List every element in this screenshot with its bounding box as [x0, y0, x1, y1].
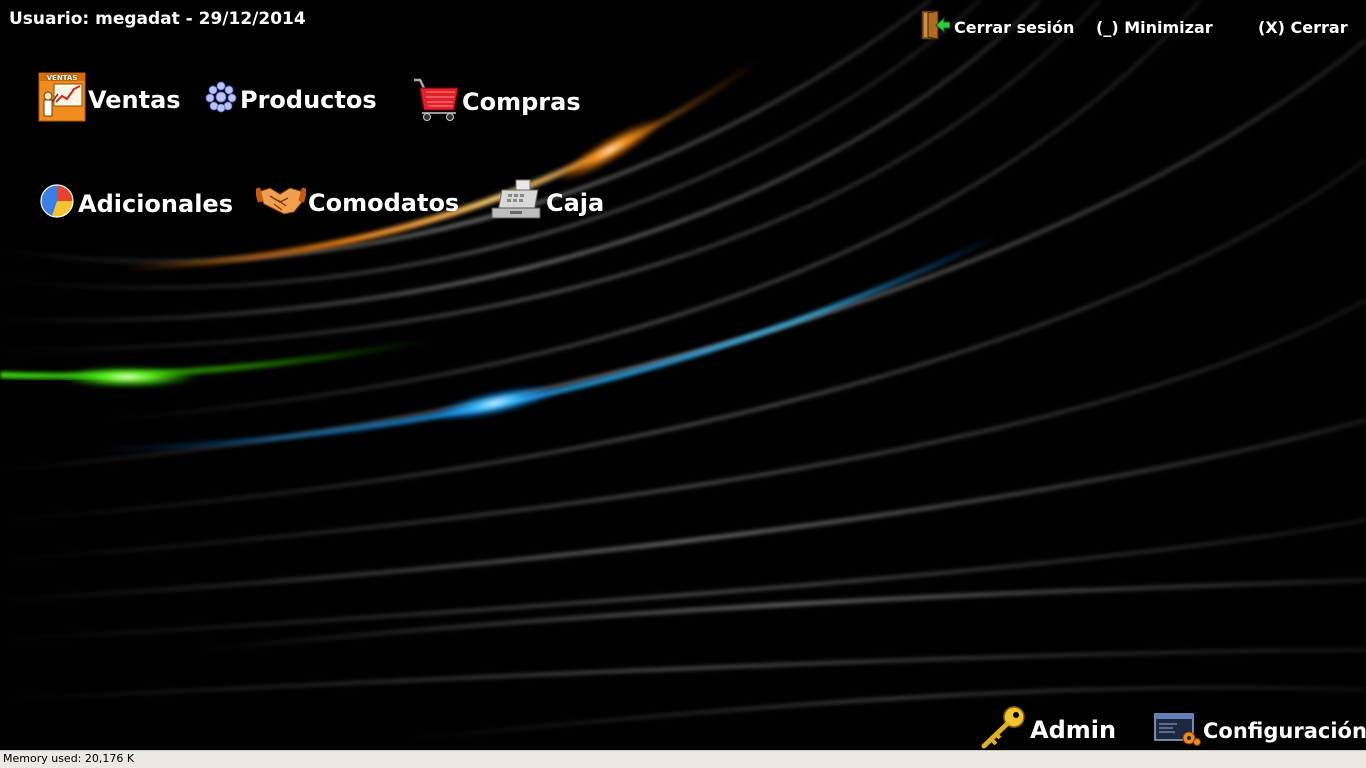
sales-chart-icon: VENTAS	[38, 72, 86, 128]
products-icon	[204, 80, 238, 120]
memory-usage-label: Memory used: 20,176 K	[3, 752, 135, 765]
settings-window-icon	[1153, 710, 1201, 751]
configuration-button[interactable]: Configuración	[1153, 710, 1366, 751]
key-icon	[980, 704, 1028, 756]
close-button[interactable]: (X) Cerrar	[1258, 14, 1348, 40]
exit-door-icon	[918, 9, 954, 45]
menu-label-ventas: Ventas	[88, 86, 181, 114]
menu-label-compras: Compras	[462, 88, 581, 116]
sales-icon-caption: VENTAS	[47, 74, 78, 82]
menu-button-ventas[interactable]: VENTAS Ventas	[38, 72, 181, 128]
menu-label-caja: Caja	[546, 189, 605, 217]
menu-label-productos: Productos	[240, 86, 377, 114]
menu-label-comodatos: Comodatos	[308, 189, 460, 217]
menu-button-compras[interactable]: Compras	[412, 76, 581, 128]
menu-button-comodatos[interactable]: Comodatos	[254, 182, 460, 224]
admin-button[interactable]: Admin	[980, 704, 1116, 756]
main-window: Usuario: megadat - 29/12/2014 Cerrar ses…	[0, 0, 1366, 768]
handshake-icon	[254, 182, 308, 224]
status-bar: Memory used: 20,176 K	[0, 750, 1366, 768]
logout-button[interactable]: Cerrar sesión	[918, 10, 1075, 40]
minimize-button[interactable]: (_) Minimizar	[1096, 14, 1213, 40]
menu-button-caja[interactable]: Caja	[490, 178, 604, 228]
menu-button-productos[interactable]: Productos	[204, 80, 377, 120]
user-session-label: Usuario: megadat - 29/12/2014	[9, 9, 306, 29]
pie-chart-icon	[38, 182, 76, 226]
configuration-label: Configuración	[1203, 718, 1366, 743]
menu-button-adicionales[interactable]: Adicionales	[38, 182, 233, 226]
cash-register-icon	[490, 178, 544, 228]
menu-label-adicionales: Adicionales	[78, 190, 233, 218]
admin-label: Admin	[1030, 716, 1117, 744]
logout-label: Cerrar sesión	[954, 17, 1075, 37]
shopping-cart-icon	[412, 76, 460, 128]
